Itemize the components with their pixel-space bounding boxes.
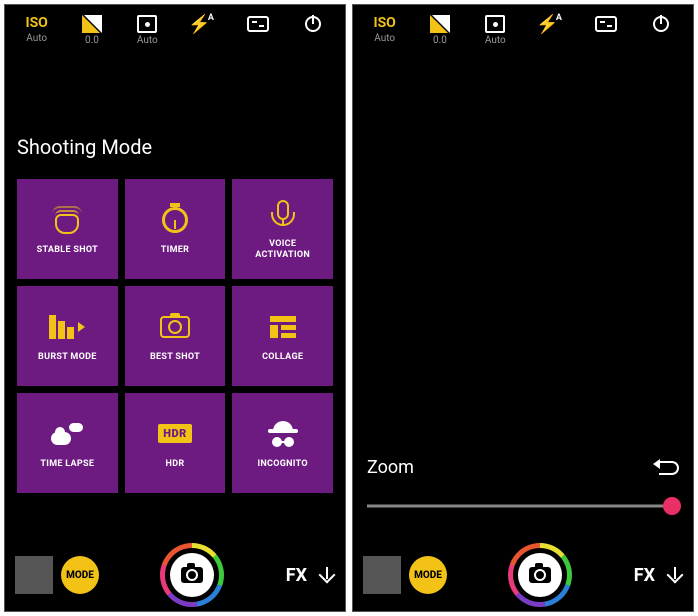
hdr-icon: HDR bbox=[158, 424, 192, 443]
fx-button[interactable]: FX bbox=[286, 565, 307, 586]
bottom-toolbar: MODE FX bbox=[353, 539, 693, 611]
collage-icon bbox=[270, 316, 296, 338]
mode-timer[interactable]: TIMER bbox=[125, 179, 226, 279]
arrow-down-icon[interactable] bbox=[319, 567, 335, 583]
switch-camera-icon bbox=[247, 16, 269, 32]
iso-control[interactable]: ISO Auto bbox=[359, 15, 410, 44]
zoom-label: Zoom bbox=[367, 457, 414, 478]
power-button[interactable] bbox=[636, 15, 687, 33]
flash-control[interactable]: ⚡A bbox=[525, 15, 576, 33]
top-toolbar: ISO Auto +− 0.0 Auto ⚡A bbox=[5, 5, 345, 50]
phone-zoom-screen: ISO Auto +− 0.0 Auto ⚡A Zoom bbox=[352, 4, 694, 612]
slider-knob[interactable] bbox=[663, 497, 681, 515]
shooting-mode-title: Shooting Mode bbox=[5, 135, 345, 159]
mode-collage[interactable]: COLLAGE bbox=[232, 286, 333, 386]
focus-value: Auto bbox=[137, 35, 158, 46]
power-icon bbox=[305, 16, 321, 32]
iso-control[interactable]: ISO Auto bbox=[11, 15, 62, 44]
mode-voice-activation[interactable]: VOICE ACTIVATION bbox=[232, 179, 333, 279]
arrow-down-icon[interactable] bbox=[667, 567, 683, 583]
fx-button[interactable]: FX bbox=[634, 565, 655, 586]
focus-icon bbox=[137, 15, 157, 33]
slider-track bbox=[367, 505, 679, 508]
focus-control[interactable]: Auto bbox=[470, 15, 521, 46]
power-icon bbox=[653, 16, 669, 32]
switch-camera-icon bbox=[595, 16, 617, 32]
power-button[interactable] bbox=[288, 15, 339, 33]
timer-icon bbox=[162, 207, 188, 233]
gallery-thumbnail[interactable] bbox=[15, 556, 53, 594]
bottom-toolbar: MODE FX bbox=[5, 539, 345, 611]
exposure-control[interactable]: +− 0.0 bbox=[66, 15, 117, 46]
focus-value: Auto bbox=[485, 35, 506, 46]
focus-control[interactable]: Auto bbox=[122, 15, 173, 46]
switch-camera-button[interactable] bbox=[580, 15, 631, 33]
exposure-icon: +− bbox=[82, 15, 102, 33]
shutter-button[interactable] bbox=[160, 543, 224, 607]
stable-shot-icon bbox=[50, 206, 84, 234]
mode-hdr[interactable]: HDR HDR bbox=[125, 393, 226, 493]
iso-icon: ISO bbox=[25, 15, 47, 31]
mode-stable-shot[interactable]: STABLE SHOT bbox=[17, 179, 118, 279]
shooting-mode-grid: STABLE SHOT TIMER VOICE ACTIVATION BURST… bbox=[5, 179, 345, 493]
zoom-slider[interactable] bbox=[367, 496, 679, 516]
top-toolbar: ISO Auto +− 0.0 Auto ⚡A bbox=[353, 5, 693, 50]
mode-time-lapse[interactable]: TIME LAPSE bbox=[17, 393, 118, 493]
mode-best-shot[interactable]: BEST SHOT bbox=[125, 286, 226, 386]
undo-icon[interactable] bbox=[659, 461, 679, 475]
exposure-value: 0.0 bbox=[433, 35, 447, 46]
iso-value: Auto bbox=[26, 33, 47, 44]
burst-mode-icon bbox=[49, 315, 85, 339]
camera-icon bbox=[181, 567, 203, 583]
gallery-thumbnail[interactable] bbox=[363, 556, 401, 594]
flash-auto-icon: ⚡A bbox=[536, 15, 564, 33]
exposure-control[interactable]: +− 0.0 bbox=[414, 15, 465, 46]
mode-button[interactable]: MODE bbox=[409, 556, 447, 594]
iso-value: Auto bbox=[374, 33, 395, 44]
mode-incognito[interactable]: INCOGNITO bbox=[232, 393, 333, 493]
switch-camera-button[interactable] bbox=[232, 15, 283, 33]
shutter-button[interactable] bbox=[508, 543, 572, 607]
mode-button[interactable]: MODE bbox=[61, 556, 99, 594]
focus-icon bbox=[485, 15, 505, 33]
flash-auto-icon: ⚡A bbox=[188, 15, 216, 33]
iso-icon: ISO bbox=[373, 15, 395, 31]
flash-control[interactable]: ⚡A bbox=[177, 15, 228, 33]
exposure-value: 0.0 bbox=[85, 35, 99, 46]
microphone-icon bbox=[277, 200, 289, 228]
mode-burst[interactable]: BURST MODE bbox=[17, 286, 118, 386]
camera-icon bbox=[529, 567, 551, 583]
time-lapse-icon bbox=[51, 423, 83, 445]
incognito-icon bbox=[268, 421, 298, 447]
exposure-icon: +− bbox=[430, 15, 450, 33]
best-shot-icon bbox=[160, 316, 190, 338]
zoom-panel: Zoom bbox=[353, 457, 693, 516]
phone-shooting-mode-screen: ISO Auto +− 0.0 Auto ⚡A Shooting Mode ST… bbox=[4, 4, 346, 612]
